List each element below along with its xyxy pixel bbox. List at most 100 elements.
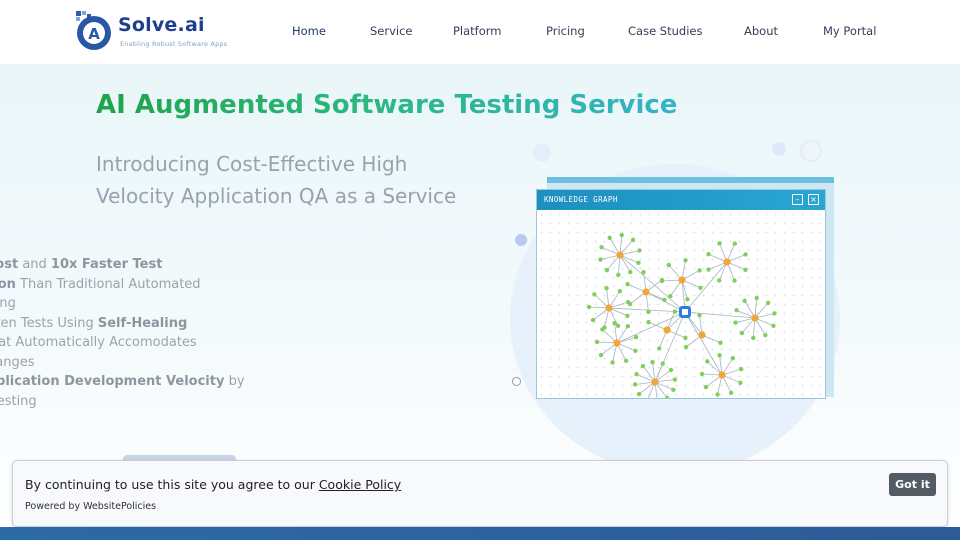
graph-leaf-node: [706, 252, 711, 257]
graph-leaf-node: [646, 309, 651, 315]
graph-leaf-node: [616, 272, 621, 278]
graph-leaf-node: [628, 269, 633, 275]
graph-leaf-node: [685, 297, 690, 302]
feature-line-3: e Testing: [0, 296, 16, 311]
graph-cluster-node: [698, 331, 706, 339]
graph-cluster-node: [651, 378, 659, 386]
graph-leaf-node: [619, 232, 624, 238]
graph-leaf-node: [594, 339, 600, 345]
graph-leaf-node: [717, 278, 722, 283]
decor-bubble: [512, 377, 521, 386]
graph-leaf-node: [641, 269, 646, 275]
decor-bubble: [533, 144, 551, 162]
graph-leaf-node: [598, 352, 604, 358]
knowledge-graph-window: KNOWLEDGE GRAPH – ×: [536, 189, 826, 405]
graph-leaf-node: [668, 367, 674, 373]
main-nav: Home Service Platform Pricing Case Studi…: [0, 24, 960, 44]
graph-leaf-node: [705, 359, 710, 364]
graph-leaf-node: [697, 268, 702, 273]
graph-cluster-node: [616, 251, 624, 259]
graph-leaf-node: [659, 277, 665, 283]
nav-service[interactable]: Service: [370, 24, 413, 38]
graph-leaf-node: [732, 278, 737, 283]
graph-leaf-node: [751, 335, 756, 341]
hero-subtitle: Introducing Cost-Effective High Velocity…: [96, 148, 516, 212]
graph-leaf-node: [636, 391, 642, 397]
graph-leaf-node: [600, 327, 605, 332]
graph-edge: [684, 311, 756, 319]
feature-list: wer Cost and 10x Faster Test entation Th…: [0, 255, 294, 411]
cookie-powered-by: Powered by WebsitePolicies: [25, 501, 157, 512]
graph-leaf-node: [615, 323, 621, 329]
graph-leaf-node: [743, 252, 748, 257]
graph-leaf-node: [599, 245, 604, 250]
graph-cluster-node: [663, 326, 671, 334]
graph-leaf-node: [763, 332, 768, 338]
graph-leaf-node: [636, 260, 641, 265]
graph-leaf-node: [662, 297, 667, 302]
graph-leaf-node: [671, 387, 676, 392]
graph-leaf-node: [633, 348, 638, 353]
graph-leaf-node: [765, 300, 771, 306]
graph-leaf-node: [598, 257, 603, 262]
graph-leaf-node: [607, 235, 612, 241]
graph-leaf-node: [604, 285, 609, 291]
decor-bubble: [772, 142, 786, 156]
graph-leaf-node: [754, 295, 759, 301]
graph-leaf-node: [646, 320, 651, 325]
nav-about[interactable]: About: [744, 24, 778, 38]
knowledge-graph-illustration: KNOWLEDGE GRAPH – ×: [500, 134, 860, 474]
cookie-accept-button[interactable]: Got it: [889, 473, 936, 496]
nav-platform[interactable]: Platform: [453, 24, 502, 38]
graph-svg: [586, 232, 777, 405]
graph-leaf-node: [640, 363, 646, 369]
graph-leaf-node: [742, 298, 747, 304]
minimize-icon: –: [792, 194, 803, 205]
graph-leaf-node: [660, 361, 665, 366]
nav-pricing[interactable]: Pricing: [546, 24, 585, 38]
hero-title: AI Augmented Software Testing Service: [96, 90, 678, 120]
graph-leaf-node: [698, 285, 703, 290]
graph-cluster-node: [613, 339, 621, 347]
graph-leaf-node: [683, 344, 689, 350]
graph-leaf-node: [666, 262, 671, 268]
hero-subtitle-line-1: Introducing Cost-Effective High: [96, 152, 408, 176]
window-titlebar: KNOWLEDGE GRAPH – ×: [537, 190, 825, 210]
graph-leaf-node: [703, 384, 709, 390]
graph-leaf-node: [590, 317, 596, 323]
cookie-policy-link[interactable]: Cookie Policy: [319, 477, 401, 492]
graph-leaf-node: [733, 320, 738, 325]
graph-leaf-node: [717, 241, 722, 246]
graph-leaf-node: [586, 304, 592, 310]
graph-leaf-node: [683, 258, 688, 263]
graph-leaf-node: [732, 241, 737, 246]
graph-leaf-node: [668, 294, 673, 299]
graph-leaf-node: [697, 312, 702, 318]
window-title: KNOWLEDGE GRAPH: [544, 195, 618, 204]
feature-line-4: er Broken Tests Using Self-Healing: [0, 315, 188, 331]
feature-line-5: ogy That Automatically Accomodates: [0, 335, 197, 350]
feature-line-6: ion Changes: [0, 354, 35, 370]
graph-leaf-node: [699, 371, 705, 377]
graph-leaf-node: [617, 289, 623, 294]
decor-bubble: [515, 234, 527, 246]
graph-leaf-node: [738, 380, 743, 385]
cookie-message: By continuing to use this site you agree…: [25, 477, 402, 492]
graph-leaf-node: [772, 311, 777, 316]
hero-subtitle-line-2: Velocity Application QA as a Service: [96, 184, 457, 208]
graph-leaf-node: [625, 324, 631, 329]
graph-cluster-node: [678, 276, 686, 284]
graph-leaf-node: [734, 308, 739, 313]
graph-leaf-node: [739, 330, 745, 336]
feature-line-7: ed Application Development Velocity by: [0, 374, 245, 389]
graph-cluster-node: [605, 304, 613, 312]
nav-case-studies[interactable]: Case Studies: [628, 24, 702, 38]
nav-my-portal[interactable]: My Portal: [823, 24, 876, 38]
close-icon: ×: [808, 194, 819, 205]
graph-leaf-node: [592, 292, 597, 297]
graph-leaf-node: [743, 267, 748, 272]
nav-home[interactable]: Home: [292, 24, 326, 38]
graph-hub-icon: [682, 309, 688, 315]
graph-leaf-node: [634, 372, 639, 377]
site-header: A Solve.ai Enabling Robust Software Apps…: [0, 0, 960, 64]
